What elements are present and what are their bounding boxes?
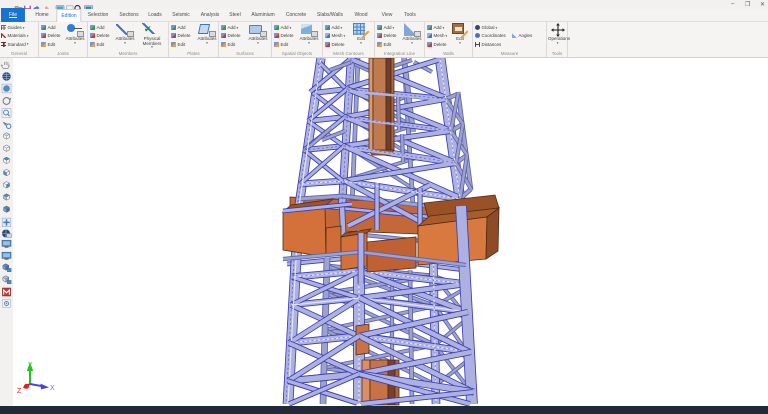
svg-text:Y: Y (28, 362, 33, 369)
svg-text:Z: Z (17, 388, 22, 395)
svg-text:X: X (50, 385, 55, 392)
